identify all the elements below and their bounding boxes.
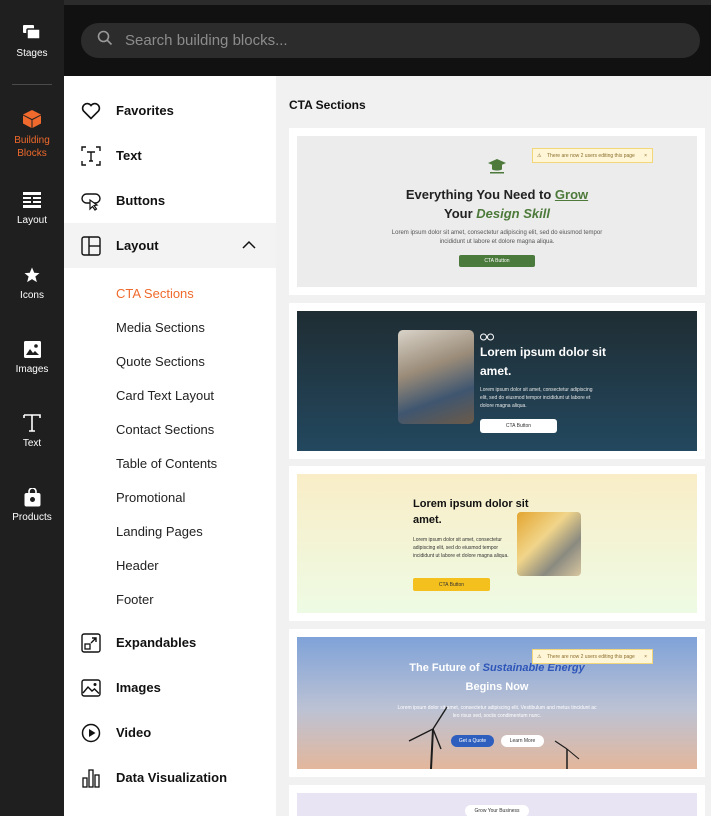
template-pill: Grow Your Business (465, 805, 529, 816)
subitem-contact-sections[interactable]: Contact Sections (116, 422, 214, 437)
text-frame-icon (81, 145, 101, 166)
image-outline-icon (81, 678, 101, 698)
category-label: Favorites (116, 103, 174, 118)
subitem-media-sections[interactable]: Media Sections (116, 320, 205, 335)
warning-icon: ⚠ (537, 653, 542, 660)
rail-label: Text (22, 438, 42, 449)
subitem-card-text-layout[interactable]: Card Text Layout (116, 388, 214, 403)
category-images[interactable]: Images (64, 665, 276, 710)
cursor-button-icon (81, 191, 101, 211)
warning-icon: ⚠ (537, 152, 542, 159)
rail-item-icons[interactable]: Icons (0, 264, 64, 301)
category-label: Data Visualization (116, 770, 228, 785)
left-rail: Stages Building Blocks Layout Icons Imag… (0, 0, 64, 816)
template-body: Lorem ipsum dolor sit amet, consectetur … (480, 387, 593, 409)
rail-label: Images (15, 364, 49, 375)
category-label: Layout (116, 238, 159, 253)
category-buttons[interactable]: Buttons (64, 178, 276, 223)
template-primary-button: Get a Quote (451, 735, 494, 747)
category-label: Expandables (116, 635, 197, 650)
template-secondary-button: Learn More (501, 735, 544, 747)
subitem-cta-sections[interactable]: CTA Sections (116, 286, 194, 301)
top-strip (64, 0, 711, 5)
top-bar (64, 0, 711, 76)
play-circle-icon (81, 723, 101, 743)
category-label: Text (116, 148, 142, 163)
template-preview: Grow Your Business (297, 793, 697, 816)
rail-item-images[interactable]: Images (0, 338, 64, 375)
close-icon: × (644, 653, 647, 660)
person-photo (398, 330, 474, 424)
category-expandables[interactable]: Expandables (64, 620, 276, 665)
template-heading: Everything You Need to Grow Your Design … (405, 187, 589, 221)
category-panel: Favorites Text Buttons Layout CTA Sectio… (64, 76, 276, 816)
cta-template-card-4[interactable]: The Future of Sustainable Energy Begins … (289, 629, 705, 777)
template-preview: Everything You Need to Grow Your Design … (297, 136, 697, 287)
close-icon: × (644, 152, 647, 159)
content-area: CTA Sections Everything You Need to Grow… (276, 76, 711, 816)
cta-template-card-3[interactable]: Lorem ipsum dolor sit amet. Lorem ipsum … (289, 466, 705, 621)
template-heading: Lorem ipsum dolor sit amet. (480, 345, 607, 378)
text-icon (21, 412, 43, 434)
subitem-footer[interactable]: Footer (116, 592, 154, 607)
rail-label: Products (12, 512, 52, 523)
search-icon (97, 30, 113, 51)
layout-grid-icon (81, 235, 101, 256)
products-icon (21, 486, 43, 508)
search-bar[interactable] (81, 23, 700, 58)
category-label: Images (116, 680, 161, 695)
editing-notice: ⚠ There are now 2 users editing this pag… (532, 649, 653, 664)
template-cta-button: CTA Button (413, 578, 490, 591)
rail-item-layout[interactable]: Layout (0, 189, 64, 226)
star-icon (21, 264, 43, 286)
section-heading: CTA Sections (289, 98, 366, 112)
template-preview: Lorem ipsum dolor sit amet. Lorem ipsum … (297, 311, 697, 451)
rail-label: Layout (16, 215, 48, 226)
rail-item-stages[interactable]: Stages (0, 22, 64, 59)
subitem-landing-pages[interactable]: Landing Pages (116, 524, 203, 539)
category-label: Video (116, 725, 152, 740)
cta-template-card-2[interactable]: Lorem ipsum dolor sit amet. Lorem ipsum … (289, 303, 705, 459)
image-icon (21, 338, 43, 360)
category-video[interactable]: Video (64, 710, 276, 755)
template-body: Lorem ipsum dolor sit amet, consectetur … (397, 705, 597, 719)
template-heading: The Future of Sustainable Energy Begins … (409, 662, 585, 693)
category-favorites[interactable]: Favorites (64, 88, 276, 133)
template-cta-button: CTA Button (459, 255, 535, 267)
rail-label: Stages (16, 48, 48, 59)
editing-notice: ⚠ There are now 2 users editing this pag… (532, 148, 653, 163)
rail-label: Icons (20, 290, 44, 301)
expand-icon (81, 632, 101, 653)
template-heading: Lorem ipsum dolor sit amet. (413, 498, 529, 526)
building-blocks-icon (21, 108, 43, 130)
bar-chart-icon (81, 768, 101, 788)
subitem-quote-sections[interactable]: Quote Sections (116, 354, 205, 369)
cta-template-card-1[interactable]: Everything You Need to Grow Your Design … (289, 128, 705, 295)
workspace-photo (517, 512, 581, 576)
rail-item-text[interactable]: Text (0, 412, 64, 449)
chevron-up-icon[interactable] (242, 238, 256, 253)
subitem-table-of-contents[interactable]: Table of Contents (116, 456, 217, 471)
rail-item-products[interactable]: Products (0, 486, 64, 523)
subitem-header[interactable]: Header (116, 558, 159, 573)
search-input[interactable] (125, 32, 665, 49)
rail-divider (12, 84, 52, 85)
subitem-promotional[interactable]: Promotional (116, 490, 185, 505)
stages-icon (21, 22, 43, 44)
heart-icon (81, 101, 101, 121)
template-body: Lorem ipsum dolor sit amet, consectetur … (413, 537, 509, 559)
rail-item-building-blocks[interactable]: Building Blocks (0, 108, 64, 160)
rail-label: Building Blocks (14, 135, 50, 159)
category-data-visualization[interactable]: Data Visualization (64, 755, 276, 800)
cta-template-card-5[interactable]: Grow Your Business (289, 785, 705, 816)
template-body: Lorem ipsum dolor sit amet, consectetur … (391, 230, 603, 245)
template-cta-button: CTA Button (480, 419, 557, 433)
category-text[interactable]: Text (64, 133, 276, 178)
graduation-cap-icon (487, 158, 507, 179)
category-label: Buttons (116, 193, 166, 208)
category-layout[interactable]: Layout (64, 223, 276, 268)
template-preview: The Future of Sustainable Energy Begins … (297, 637, 697, 769)
template-preview: Lorem ipsum dolor sit amet. Lorem ipsum … (297, 474, 697, 613)
layout-icon (21, 189, 43, 211)
